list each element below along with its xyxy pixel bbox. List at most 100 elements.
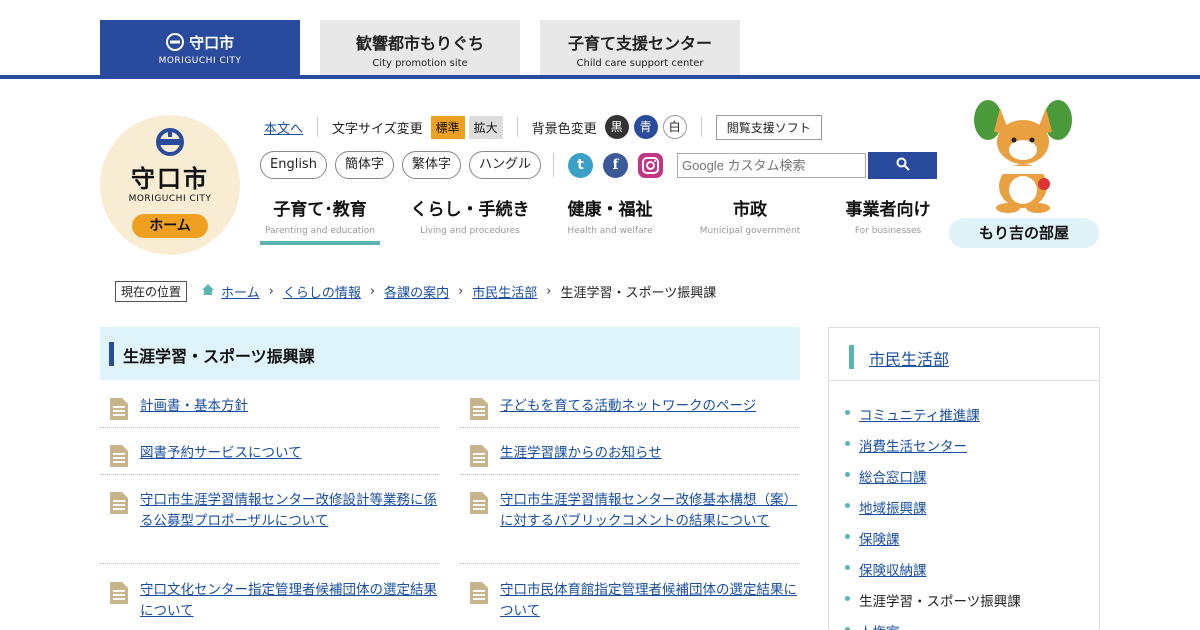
list-item[interactable]: 計画書・基本方針 [100, 382, 440, 428]
nav-sublabel: Municipal government [699, 226, 801, 236]
tab-child-care[interactable]: 子育て支援センター Child care support center [540, 20, 740, 76]
list-item[interactable]: 守口市生涯学習情報センター改修設計等業務に係る公募型プロポーザルについて [100, 476, 440, 564]
list-item[interactable]: 図書予約サービスについて [100, 429, 440, 475]
document-icon [470, 492, 488, 518]
twitter-icon[interactable]: t [568, 152, 593, 178]
nav-parenting-education[interactable]: 子育て･教育 Parenting and education [260, 195, 380, 245]
bg-black-button[interactable]: 黒 [604, 115, 629, 139]
lang-korean-button[interactable]: ハングル [468, 151, 541, 179]
reading-support-button[interactable]: 閲覧支援ソフト [715, 114, 822, 140]
sidebar-item-human-rights[interactable]: 人権室 [843, 621, 1021, 630]
breadcrumb-citizen-life[interactable]: 市民生活部 [472, 282, 537, 301]
nav-label: 健康・福祉 [567, 200, 653, 220]
facebook-icon[interactable]: f [603, 152, 628, 178]
tab-child-title: 子育て支援センター [567, 34, 712, 53]
nav-living-procedures[interactable]: くらし・手続き Living and procedures [380, 195, 560, 245]
morikichi-room-link[interactable]: もり吉の部屋 [949, 218, 1099, 248]
nav-label: 市政 [733, 200, 767, 220]
top-divider [0, 75, 1200, 79]
font-enlarge-button[interactable]: 拡大 [468, 115, 503, 139]
font-standard-button[interactable]: 標準 [430, 115, 465, 139]
utility-bar: 本文へ 文字サイズ変更 標準 拡大 背景色変更 黒 青 白 閲覧支援ソフト [264, 114, 822, 140]
tab-moriguchi-city[interactable]: 守口市 MORIGUCHI CITY [100, 20, 300, 76]
document-icon [470, 398, 488, 424]
chevron-right-icon: › [268, 283, 274, 299]
chevron-right-icon: › [546, 283, 552, 299]
list-item[interactable]: 子どもを育てる活動ネットワークのページ [460, 382, 800, 428]
tab-city-promotion[interactable]: 歓響都市もりぐち City promotion site [320, 20, 520, 76]
city-emblem-icon [154, 127, 186, 161]
bg-blue-button[interactable]: 青 [633, 115, 658, 139]
link-text[interactable]: 計画書・基本方針 [140, 396, 438, 417]
nav-sublabel: Parenting and education [264, 226, 376, 236]
link-text[interactable]: 守口市生涯学習情報センター改修設計等業務に係る公募型プロポーザルについて [140, 490, 438, 532]
nav-municipal-government[interactable]: 市政 Municipal government [660, 195, 840, 245]
sidebar-title[interactable]: 市民生活部 [869, 346, 949, 370]
sidebar: 市民生活部 コミュニティ推進課 消費生活センター 総合窓口課 地域振興課 保険課… [828, 327, 1100, 630]
link-text[interactable]: 守口文化センター指定管理者候補団体の選定結果について [140, 580, 438, 622]
list-item[interactable]: 守口文化センター指定管理者候補団体の選定結果について [100, 566, 440, 630]
breadcrumb: 現在の位置 ホーム › くらしの情報 › 各課の案内 › 市民生活部 › 生涯学… [115, 280, 716, 302]
nav-label: 子育て･教育 [273, 200, 367, 220]
mascot-image[interactable] [968, 98, 1078, 214]
sidebar-item-lifelong-learning: 生涯学習・スポーツ振興課 [843, 590, 1021, 621]
chevron-right-icon: › [458, 283, 464, 299]
list-item[interactable]: 守口市生涯学習情報センター改修基本構想（案）に対するパブリックコメントの結果につ… [460, 476, 800, 564]
list-item[interactable]: 生涯学習課からのお知らせ [460, 429, 800, 475]
link-text[interactable]: 生涯学習課からのお知らせ [500, 443, 798, 464]
breadcrumb-living-info[interactable]: くらしの情報 [283, 282, 361, 301]
chevron-right-icon: › [369, 283, 376, 299]
lang-traditional-chinese-button[interactable]: 繁体字 [401, 151, 461, 179]
document-icon [110, 492, 128, 518]
document-icon [470, 445, 488, 471]
nav-for-businesses[interactable]: 事業者向け For businesses [840, 195, 936, 245]
document-icon [110, 445, 128, 471]
bg-white-button[interactable]: 白 [662, 115, 687, 139]
nav-label: くらし・手続き [410, 200, 530, 220]
nav-sublabel: Health and welfare [567, 226, 653, 236]
divider [317, 117, 319, 137]
top-tabs: 守口市 MORIGUCHI CITY 歓響都市もりぐち City promoti… [0, 0, 1200, 80]
link-text[interactable]: 守口市生涯学習情報センター改修基本構想（案）に対するパブリックコメントの結果につ… [500, 490, 798, 532]
instagram-icon[interactable] [638, 152, 663, 178]
search-button[interactable] [868, 151, 937, 179]
lang-simplified-chinese-button[interactable]: 簡体字 [334, 151, 394, 179]
skip-to-content-link[interactable]: 本文へ [264, 118, 303, 137]
sidebar-item-community[interactable]: コミュニティ推進課 [843, 404, 1021, 435]
list-item[interactable]: 守口市民体育館指定管理者候補団体の選定結果について [460, 566, 800, 630]
nav-sublabel: For businesses [854, 226, 922, 236]
lang-english-button[interactable]: English [260, 151, 327, 179]
breadcrumb-departments[interactable]: 各課の案内 [384, 282, 449, 301]
global-nav: 子育て･教育 Parenting and education くらし・手続き L… [260, 195, 936, 245]
sidebar-item-insurance[interactable]: 保険課 [843, 528, 1021, 559]
breadcrumb-current: 生涯学習・スポーツ振興課 [560, 285, 717, 301]
link-text[interactable]: 守口市民体育館指定管理者候補団体の選定結果について [500, 580, 798, 622]
tab-promo-title: 歓響都市もりぐち [355, 34, 484, 53]
home-button[interactable]: ホーム [132, 214, 208, 238]
page-title: 生涯学習・スポーツ振興課 [123, 347, 315, 366]
link-text[interactable]: 図書予約サービスについて [140, 443, 438, 464]
breadcrumb-home[interactable]: ホーム [221, 282, 260, 301]
sidebar-list: コミュニティ推進課 消費生活センター 総合窓口課 地域振興課 保険課 保険収納課… [843, 404, 1021, 630]
title-accent-bar [109, 342, 114, 366]
sidebar-accent-bar [849, 345, 854, 369]
sidebar-item-regional-promotion[interactable]: 地域振興課 [843, 497, 1021, 528]
divider [553, 153, 554, 177]
link-text[interactable]: 子どもを育てる活動ネットワークのページ [500, 396, 798, 417]
nav-health-welfare[interactable]: 健康・福祉 Health and welfare [560, 195, 660, 245]
tab-promo-subtitle: City promotion site [372, 58, 468, 69]
divider [700, 117, 702, 137]
logo-title: 守口市 [131, 165, 209, 193]
sidebar-item-insurance-collection[interactable]: 保険収納課 [843, 559, 1021, 590]
sidebar-item-consumer-center[interactable]: 消費生活センター [843, 435, 1021, 466]
tab-child-subtitle: Child care support center [576, 58, 704, 69]
document-icon [110, 582, 128, 608]
nav-label: 事業者向け [845, 200, 931, 220]
document-icon [470, 582, 488, 608]
sidebar-item-general-counter[interactable]: 総合窓口課 [843, 466, 1021, 497]
font-size-label: 文字サイズ変更 [332, 121, 423, 137]
current-location-label: 現在の位置 [115, 280, 188, 302]
sidebar-header: 市民生活部 [829, 328, 1099, 381]
site-logo[interactable]: 守口市 MORIGUCHI CITY ホーム [100, 115, 240, 255]
search-input[interactable] [677, 152, 866, 178]
